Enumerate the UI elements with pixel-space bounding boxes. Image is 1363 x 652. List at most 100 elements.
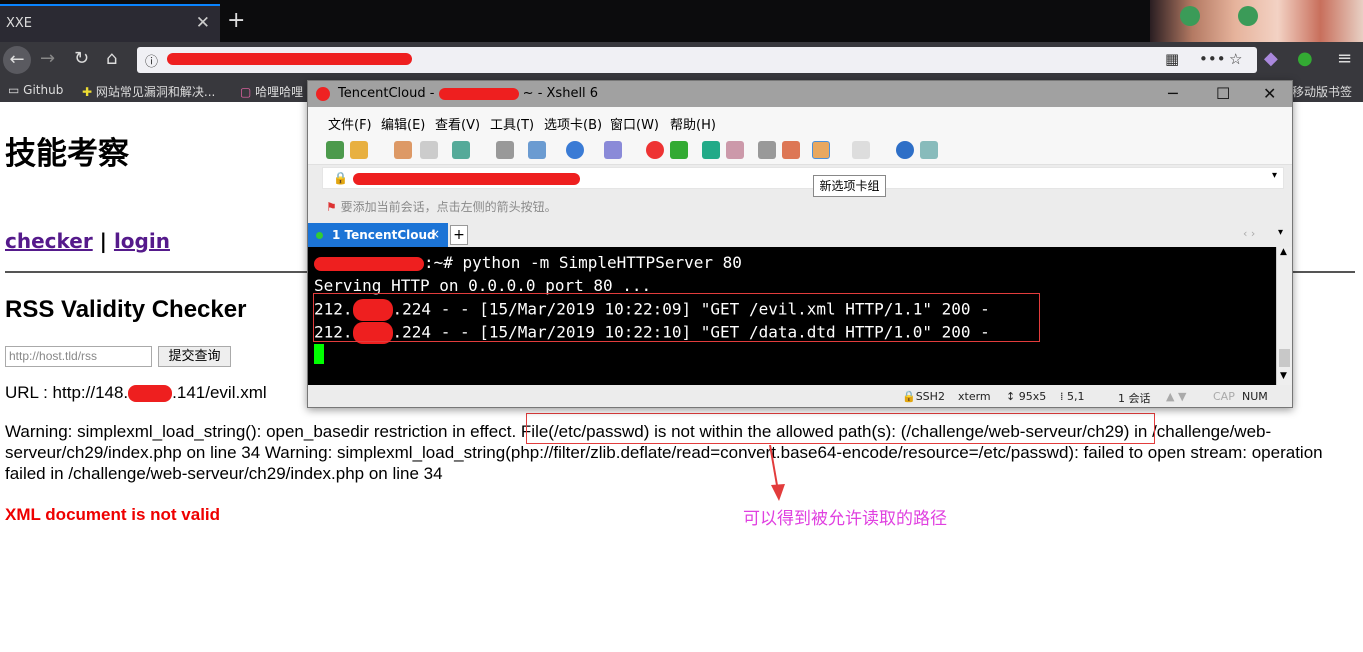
terminal-scrollbar[interactable]: ▲ ▼ (1276, 247, 1292, 385)
reconnect-icon[interactable] (420, 141, 438, 159)
scroll-down-icon[interactable]: ▼ (1280, 371, 1287, 381)
caps-status: CAP (1213, 390, 1235, 403)
tab-list-icon[interactable]: ▾ (1278, 227, 1283, 238)
maximize-icon[interactable]: ☐ (1216, 84, 1230, 103)
numlock-status: NUM (1242, 390, 1268, 403)
redaction-mark (128, 385, 173, 403)
fullscreen-icon[interactable] (702, 141, 720, 159)
properties-icon[interactable] (452, 141, 470, 159)
add-tab-button[interactable]: + (450, 225, 468, 245)
bookmark-github[interactable]: ▭ Github (8, 83, 63, 97)
disconnect-icon[interactable] (394, 141, 412, 159)
back-arrow-icon[interactable]: ← (3, 46, 31, 74)
menu-icon[interactable]: ≡ (1337, 48, 1352, 69)
url-bar[interactable]: ⓘ p ▦ ••• ☆ (137, 47, 1257, 73)
close-icon[interactable]: ✕ (1263, 84, 1276, 103)
open-folder-icon[interactable] (350, 141, 368, 159)
globe-icon[interactable] (566, 141, 584, 159)
transfer-icon[interactable] (528, 141, 546, 159)
find-icon[interactable] (496, 141, 514, 159)
menu-file[interactable]: 文件(F) (328, 114, 372, 133)
menu-tools[interactable]: 工具(T) (490, 114, 534, 133)
url-result-line: URL : http://148. .141/evil.xml (5, 383, 267, 403)
more-icon[interactable]: ••• (1199, 50, 1226, 68)
menu-view[interactable]: 查看(V) (435, 114, 480, 133)
xshell-status-bar: 🔒SSH2 xterm ↕ 95x5 ⁞ 5,1 1 会话 ▲ ▼ CAP NU… (308, 385, 1292, 407)
browser-tab-bar: XXE ✕ + (0, 0, 1363, 42)
qr-code-icon[interactable]: ▦ (1165, 50, 1179, 68)
menu-edit[interactable]: 编辑(E) (381, 114, 425, 133)
reload-icon[interactable]: ↻ (74, 48, 89, 69)
tab-title: XXE (6, 16, 33, 31)
tooltip: 新选项卡组 (813, 175, 886, 197)
bookmark-bilibili[interactable]: ▢ 哈哩哈哩 (240, 83, 303, 100)
new-session-icon[interactable] (326, 141, 344, 159)
tab-close-icon[interactable]: ✕ (196, 13, 210, 33)
session-hint-text: ⚑ 要添加当前会话，点击左侧的箭头按钮。 (326, 200, 557, 214)
status-arrows-icon[interactable]: ▲ ▼ (1166, 390, 1186, 403)
tab-scroll-icon[interactable]: ‹ › (1243, 227, 1255, 240)
font-icon[interactable] (604, 141, 622, 159)
annotation-arrow-icon (769, 445, 785, 501)
chat-icon[interactable] (920, 141, 938, 159)
forward-arrow-icon[interactable]: → (40, 48, 55, 69)
scroll-up-icon[interactable]: ▲ (1280, 247, 1287, 257)
tv-icon: ▢ (240, 85, 256, 99)
bookmark-arrow-icon[interactable]: ⚑ (326, 200, 341, 214)
terminal-line: :~# python -m SimpleHTTPServer 80 (314, 253, 742, 272)
xshell-window: TencentCloud - ~ - Xshell 6 ─ ☐ ✕ 文件(F) … (307, 80, 1293, 408)
layout-icon[interactable] (852, 141, 870, 159)
annotation-text: 可以得到被允许读取的路径 (743, 509, 947, 529)
scroll-thumb[interactable] (1279, 349, 1290, 367)
help-icon[interactable] (896, 141, 914, 159)
highlight-box (313, 293, 1040, 342)
cursor-pos-status: ⁞ 5,1 (1060, 390, 1085, 403)
submit-query-button[interactable]: 提交查询 (158, 346, 231, 367)
record-icon[interactable] (670, 141, 688, 159)
checker-link[interactable]: checker (5, 229, 93, 253)
xshell-address-bar[interactable]: 🔒 ▾ (322, 167, 1284, 189)
redaction-mark (438, 87, 519, 100)
bookmark-mobile[interactable]: 移动版书签 (1292, 83, 1352, 100)
rss-url-input[interactable]: http://host.tld/rss (5, 346, 152, 367)
size-status: ↕ 95x5 (1006, 390, 1047, 403)
lock-icon[interactable] (726, 141, 744, 159)
dropdown-icon[interactable]: ▾ (1272, 170, 1277, 181)
new-tab-group-icon[interactable] (812, 141, 830, 159)
term-type-status: xterm (958, 390, 991, 403)
redaction-mark (314, 256, 424, 271)
terminal-cursor (314, 344, 324, 364)
new-tab-button[interactable]: + (227, 8, 245, 33)
browser-tab[interactable]: XXE ✕ (0, 4, 220, 42)
minimize-icon[interactable]: ─ (1168, 84, 1178, 103)
bookmark-star-icon[interactable]: ☆ (1229, 50, 1242, 68)
menu-window[interactable]: 窗口(W) (610, 114, 659, 133)
padlock-icon: 🔒 (333, 171, 348, 185)
xshell-logo-icon (316, 87, 330, 101)
connected-status-icon (316, 232, 323, 239)
xshell-tab-bar: 1 TencentCloud × + ‹ › ▾ (308, 223, 1292, 247)
extension-green-icon[interactable]: ● (1297, 48, 1313, 69)
lock-icon: 🔒 (902, 390, 916, 403)
terminal[interactable]: :~# python -m SimpleHTTPServer 80 Servin… (308, 247, 1276, 385)
extension-icon[interactable]: ◆ (1264, 48, 1278, 69)
session-tab[interactable]: 1 TencentCloud × (308, 223, 448, 247)
xshell-titlebar[interactable]: TencentCloud - ~ - Xshell 6 ─ ☐ ✕ (308, 81, 1292, 107)
menu-tabs[interactable]: 选项卡(B) (544, 114, 602, 133)
bookmark-vuln[interactable]: ✚ 网站常见漏洞和解决... (82, 83, 215, 100)
highlight-box (526, 413, 1155, 444)
artwork-eye-left (1180, 6, 1200, 26)
xftp-icon[interactable] (646, 141, 664, 159)
plus-badge-icon: ✚ (82, 85, 96, 99)
redaction-mark (353, 173, 580, 185)
info-icon[interactable]: ⓘ (145, 51, 158, 70)
login-link[interactable]: login (114, 229, 170, 253)
browser-nav-bar: ← → ↻ ⌂ ⓘ p ▦ ••• ☆ ◆ ● ≡ (0, 42, 1363, 78)
menu-help[interactable]: 帮助(H) (670, 114, 716, 133)
tab-close-icon[interactable]: × (430, 227, 440, 241)
highlight-icon[interactable] (782, 141, 800, 159)
keyboard-icon[interactable] (758, 141, 776, 159)
resize-icon: ↕ (1006, 390, 1019, 403)
home-icon[interactable]: ⌂ (106, 48, 117, 69)
artwork-eye-right (1238, 6, 1258, 26)
